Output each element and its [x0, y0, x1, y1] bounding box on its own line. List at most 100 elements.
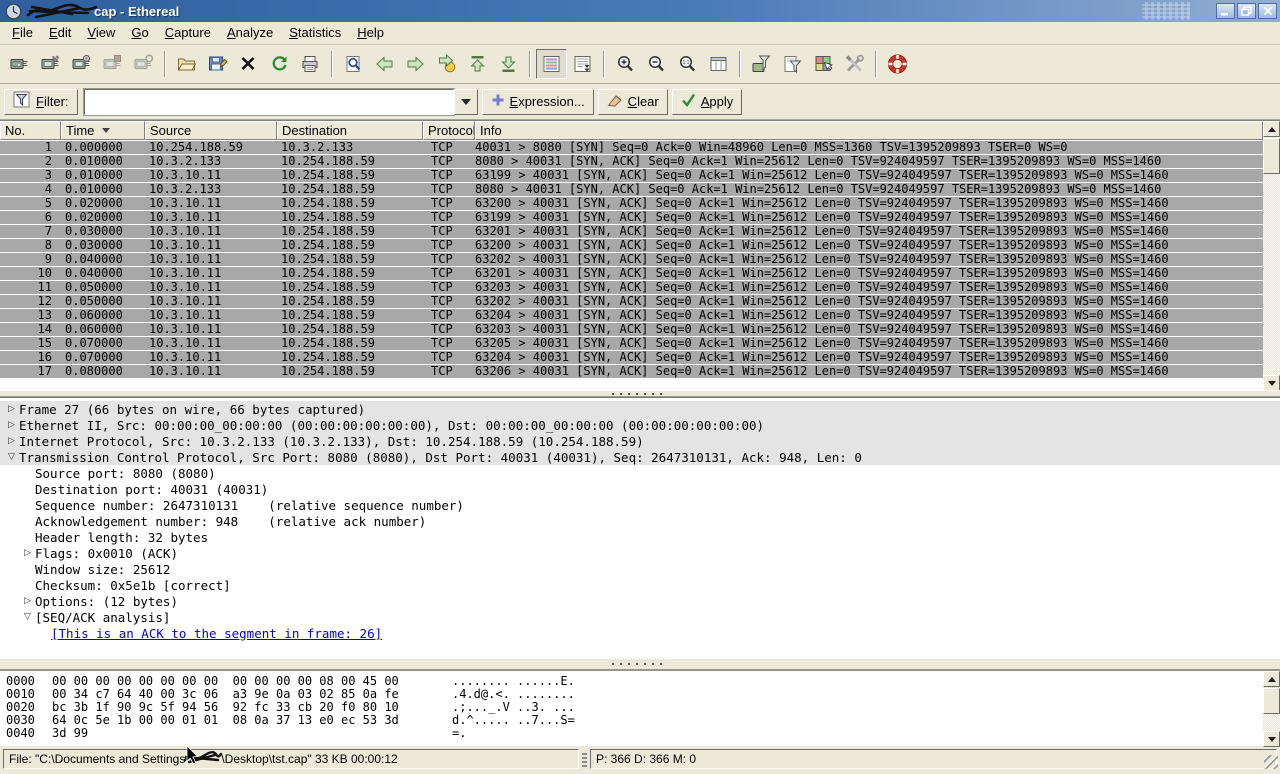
packet-detail-row[interactable]: ▽[SEQ/ACK analysis] [0, 609, 1280, 625]
close-file-button[interactable] [233, 49, 264, 79]
packet-row[interactable]: 70.03000010.3.10.1110.254.188.59TCP63201… [0, 225, 1263, 238]
menu-analyze[interactable]: Analyze [219, 22, 281, 45]
scroll-down-button[interactable] [1263, 375, 1280, 391]
menu-help[interactable]: Help [349, 22, 392, 45]
packet-detail-row[interactable]: ▽Transmission Control Protocol, Src Port… [0, 449, 1280, 465]
packet-detail-row[interactable]: ▷Ethernet II, Src: 00:00:00_00:00:00 (00… [0, 417, 1280, 433]
go-back-button[interactable] [369, 49, 400, 79]
packet-row[interactable]: 10.00000010.254.188.5910.3.2.133TCP40031… [0, 141, 1263, 154]
bytes-scrollbar[interactable] [1263, 671, 1280, 747]
display-filter-button[interactable] [777, 49, 808, 79]
filter-dropdown-button[interactable] [454, 89, 478, 115]
print-button[interactable] [295, 49, 326, 79]
menu-capture[interactable]: Capture [157, 22, 219, 45]
preferences-button[interactable] [839, 49, 870, 79]
packet-detail-row[interactable]: Destination port: 40031 (40031) [0, 481, 1280, 497]
packet-detail-row[interactable]: Header length: 32 bytes [0, 529, 1280, 545]
column-header-no[interactable]: No. [0, 121, 61, 140]
packet-list-scrollbar[interactable] [1263, 121, 1280, 391]
column-header-source[interactable]: Source [145, 121, 277, 140]
scroll-up-button[interactable] [1263, 121, 1280, 137]
collapsed-expander-icon[interactable]: ▷ [4, 420, 19, 430]
collapsed-expander-icon[interactable]: ▷ [20, 596, 35, 606]
packet-row[interactable]: 50.02000010.3.10.1110.254.188.59TCP63200… [0, 197, 1263, 210]
packet-detail-row[interactable]: Checksum: 0x5e1b [correct] [0, 577, 1280, 593]
detail-link[interactable]: [This is an ACK to the segment in frame:… [51, 626, 382, 641]
packet-row[interactable]: 140.06000010.3.10.1110.254.188.59TCP6320… [0, 323, 1263, 336]
capture-filter-button[interactable] [746, 49, 777, 79]
expanded-expander-icon[interactable]: ▽ [20, 612, 35, 622]
zoom-1-1-button[interactable]: 1:1 [672, 49, 703, 79]
find-packet-button[interactable] [338, 49, 369, 79]
collapsed-expander-icon[interactable]: ▷ [20, 548, 35, 558]
column-header-info[interactable]: Info [475, 121, 1263, 140]
capture-options-button[interactable] [35, 49, 66, 79]
resize-columns-button[interactable] [703, 49, 734, 79]
hex-row[interactable]: 003064 0c 5e 1b 00 00 01 01 08 0a 37 13 … [6, 714, 1263, 727]
coloring-rules-button[interactable] [808, 49, 839, 79]
filter-button[interactable]: Filter: [4, 89, 78, 115]
packet-detail-row[interactable]: ▷Frame 27 (66 bytes on wire, 66 bytes ca… [0, 401, 1280, 417]
collapsed-expander-icon[interactable]: ▷ [4, 404, 19, 414]
packet-detail-row[interactable]: ▷Flags: 0x0010 (ACK) [0, 545, 1280, 561]
pane-divider-list-details[interactable] [0, 390, 1280, 397]
reload-file-button[interactable] [264, 49, 295, 79]
go-to-bottom-button[interactable] [493, 49, 524, 79]
auto-scroll-button[interactable] [567, 49, 598, 79]
colorize-button[interactable] [536, 49, 567, 79]
column-header-protocol[interactable]: Protocol [423, 121, 475, 140]
expanded-expander-icon[interactable]: ▽ [4, 452, 19, 462]
packet-detail-row[interactable]: ▷Internet Protocol, Src: 10.3.2.133 (10.… [0, 433, 1280, 449]
packet-row[interactable]: 60.02000010.3.10.1110.254.188.59TCP63199… [0, 211, 1263, 224]
column-header-destination[interactable]: Destination [277, 121, 423, 140]
scroll-up-button[interactable] [1263, 671, 1280, 687]
restore-button[interactable] [1237, 3, 1256, 19]
packet-detail-row[interactable]: Source port: 8080 (8080) [0, 465, 1280, 481]
packet-row[interactable]: 80.03000010.3.10.1110.254.188.59TCP63200… [0, 239, 1263, 252]
start-capture-button[interactable] [66, 49, 97, 79]
packet-detail-row[interactable]: ▷Options: (12 bytes) [0, 593, 1280, 609]
packet-row[interactable]: 160.07000010.3.10.1110.254.188.59TCP6320… [0, 351, 1263, 364]
go-to-top-button[interactable] [462, 49, 493, 79]
packet-row[interactable]: 120.05000010.3.10.1110.254.188.59TCP6320… [0, 295, 1263, 308]
scrollbar-thumb[interactable] [1263, 138, 1280, 174]
statusbar-divider[interactable] [582, 751, 587, 767]
open-file-button[interactable] [171, 49, 202, 79]
zoom-in-button[interactable] [610, 49, 641, 79]
packet-row[interactable]: 130.06000010.3.10.1110.254.188.59TCP6320… [0, 309, 1263, 322]
zoom-out-button[interactable] [641, 49, 672, 79]
packet-row[interactable]: 90.04000010.3.10.1110.254.188.59TCP63202… [0, 253, 1263, 266]
packet-row[interactable]: 20.01000010.3.2.13310.254.188.59TCP8080 … [0, 155, 1263, 168]
pane-divider-details-bytes[interactable] [0, 658, 1280, 670]
packet-row[interactable]: 40.01000010.3.2.13310.254.188.59TCP8080 … [0, 183, 1263, 196]
packet-row[interactable]: 30.01000010.3.10.1110.254.188.59TCP63199… [0, 169, 1263, 182]
packet-row[interactable]: 100.04000010.3.10.1110.254.188.59TCP6320… [0, 267, 1263, 280]
go-forward-button[interactable] [400, 49, 431, 79]
packet-row[interactable]: 150.07000010.3.10.1110.254.188.59TCP6320… [0, 337, 1263, 350]
minimize-button[interactable] [1216, 3, 1235, 19]
menu-go[interactable]: Go [123, 22, 156, 45]
packet-row[interactable]: 170.08000010.3.10.1110.254.188.59TCP6320… [0, 365, 1263, 378]
packet-detail-row[interactable]: Sequence number: 2647310131 (relative se… [0, 497, 1280, 513]
packet-row[interactable]: 110.05000010.3.10.1110.254.188.59TCP6320… [0, 281, 1263, 294]
list-interfaces-button[interactable] [4, 49, 35, 79]
save-file-as-button[interactable] [202, 49, 233, 79]
column-header-time[interactable]: Time [61, 121, 145, 140]
menu-statistics[interactable]: Statistics [281, 22, 349, 45]
help-button[interactable] [882, 49, 913, 79]
close-button[interactable] [1258, 3, 1277, 19]
apply-button[interactable]: Apply [672, 89, 743, 115]
clear-button[interactable]: Clear [598, 89, 668, 115]
scroll-down-button[interactable] [1263, 731, 1280, 747]
statusbar-packet-counts: P: 366 D: 366 M: 0 [590, 749, 1277, 769]
packet-detail-row[interactable]: Acknowledgement number: 948 (relative ac… [0, 513, 1280, 529]
go-to-packet-button[interactable] [431, 49, 462, 79]
hex-row[interactable]: 00403d 99=. [6, 727, 1263, 740]
collapsed-expander-icon[interactable]: ▷ [4, 436, 19, 446]
scrollbar-thumb[interactable] [1263, 688, 1280, 714]
resize-grip[interactable] [1264, 755, 1278, 769]
packet-detail-row[interactable]: Window size: 25612 [0, 561, 1280, 577]
expression-button[interactable]: Expression... [482, 89, 594, 115]
packet-detail-row[interactable]: [This is an ACK to the segment in frame:… [0, 625, 1280, 641]
filter-input[interactable] [84, 89, 454, 115]
